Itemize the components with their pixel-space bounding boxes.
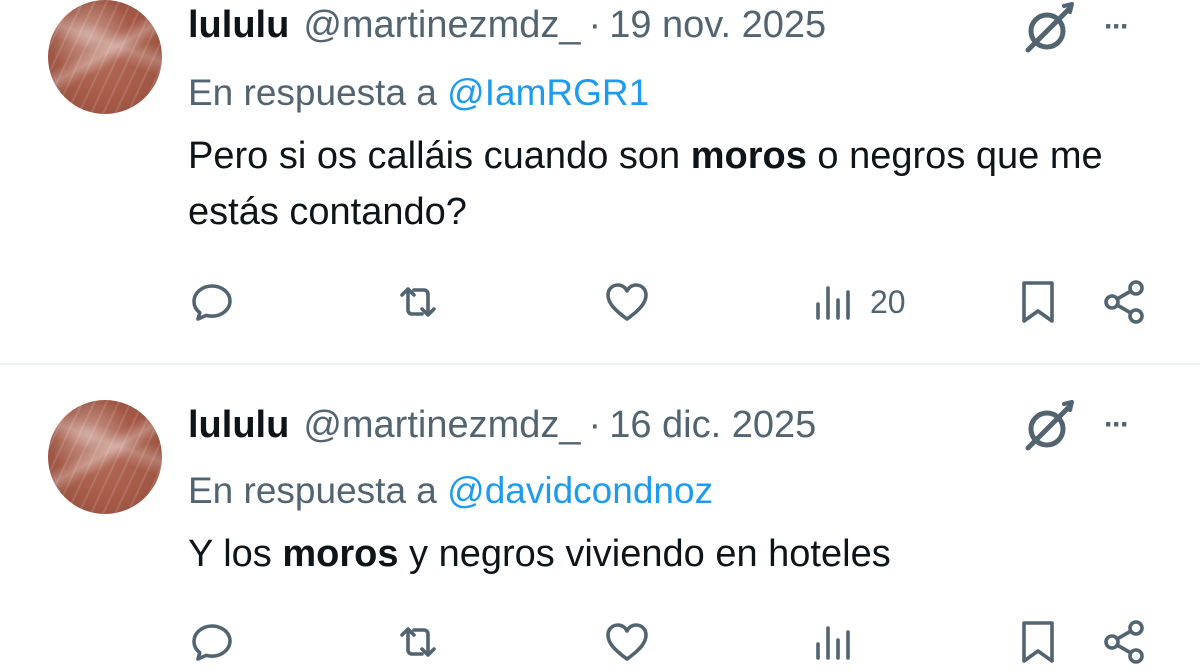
reply-context: En respuesta a @davidcondnoz	[188, 470, 713, 512]
retweet-icon	[400, 287, 436, 317]
views-icon	[816, 286, 850, 320]
views-icon	[816, 626, 850, 660]
share-icon	[1104, 280, 1144, 324]
tweet-text-part: Pero si os calláis cuando son	[188, 135, 691, 177]
avatar[interactable]	[48, 0, 162, 114]
reply-button[interactable]	[188, 612, 236, 672]
reply-mention-link[interactable]: @davidcondnoz	[447, 470, 713, 511]
tweet-text-bold: moros	[690, 135, 807, 177]
tweet-date[interactable]: 19 nov. 2025	[609, 4, 826, 47]
tweet-text-bold: moros	[282, 533, 399, 575]
tweet-text-part: Y los	[188, 533, 283, 575]
more-icon[interactable]: ···	[1104, 10, 1130, 44]
retweet-button[interactable]	[394, 272, 442, 332]
views-count: 20	[870, 283, 906, 320]
action-bar	[0, 612, 1200, 672]
tweet-header: lululu @martinezmdz_ · 16 dic. 2025	[188, 404, 816, 447]
reply-context: En respuesta a @IamRGR1	[188, 72, 649, 114]
reply-mention-link[interactable]: @IamRGR1	[447, 72, 649, 113]
like-button[interactable]	[603, 272, 651, 332]
bookmark-icon	[1022, 621, 1054, 663]
tweet[interactable]: lululu @martinezmdz_ · 19 nov. 2025 ··· …	[0, 0, 1200, 364]
tweet-divider	[0, 363, 1200, 365]
reply-icon	[192, 284, 232, 321]
reply-icon	[192, 624, 232, 661]
like-button[interactable]	[603, 612, 651, 672]
more-icon[interactable]: ···	[1104, 408, 1130, 442]
retweet-icon	[400, 627, 436, 657]
views-button[interactable]: 20	[810, 272, 906, 332]
share-icon	[1104, 620, 1144, 664]
grok-icon[interactable]	[1020, 398, 1078, 456]
display-name[interactable]: lululu	[188, 404, 289, 447]
reply-prefix: En respuesta a	[188, 72, 448, 113]
separator: ·	[588, 4, 602, 46]
tweet-text: Y los moros y negros viviendo en hoteles	[188, 526, 1168, 582]
user-handle[interactable]: @martinezmdz_	[303, 404, 580, 447]
reply-prefix: En respuesta a	[188, 470, 448, 511]
action-bar: 20	[0, 272, 1200, 332]
tweet-header: lululu @martinezmdz_ · 19 nov. 2025	[188, 4, 826, 47]
user-handle[interactable]: @martinezmdz_	[303, 4, 580, 47]
heart-icon	[606, 283, 648, 321]
bookmark-icon	[1022, 281, 1054, 323]
reply-button[interactable]	[188, 272, 236, 332]
retweet-button[interactable]	[394, 612, 442, 672]
bookmark-button[interactable]	[1014, 612, 1062, 672]
grok-icon[interactable]	[1020, 0, 1078, 58]
bookmark-button[interactable]	[1014, 272, 1062, 332]
heart-icon	[606, 623, 648, 661]
tweet-text: Pero si os calláis cuando son moros o ne…	[188, 128, 1168, 240]
share-button[interactable]	[1100, 272, 1148, 332]
views-button[interactable]	[810, 612, 870, 672]
share-button[interactable]	[1100, 612, 1148, 672]
tweet-date[interactable]: 16 dic. 2025	[609, 404, 816, 447]
separator: ·	[588, 404, 602, 446]
tweet-text-part: y negros viviendo en hoteles	[398, 533, 891, 575]
display-name[interactable]: lululu	[188, 4, 289, 47]
avatar[interactable]	[48, 400, 162, 514]
